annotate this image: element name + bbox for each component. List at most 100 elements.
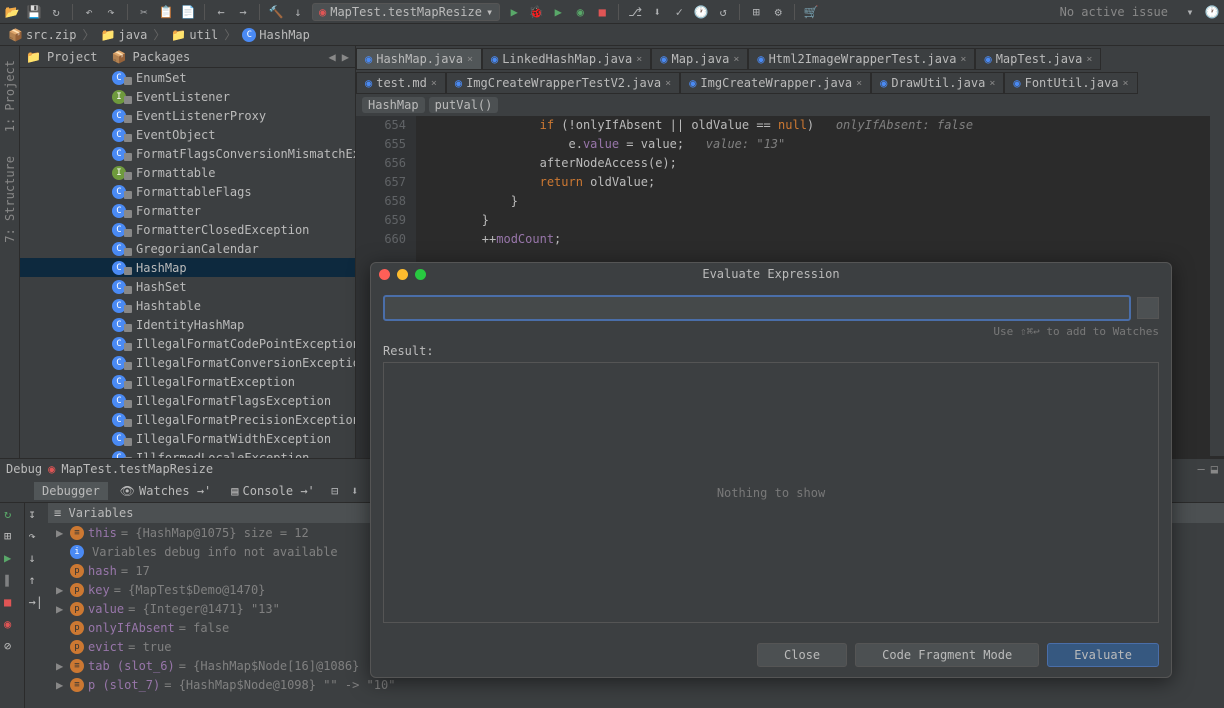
project-tool-tab[interactable]: 1: Project — [3, 56, 17, 136]
close-button[interactable]: Close — [757, 643, 847, 667]
class-item-formatflagsconversionmismatchexception[interactable]: CFormatFlagsConversionMismatchException — [20, 144, 355, 163]
issue-tracker[interactable]: No active issue — [1060, 5, 1176, 19]
stop-debug-icon[interactable]: ■ — [4, 595, 20, 611]
class-item-hashtable[interactable]: CHashtable — [20, 296, 355, 315]
structure-tool-tab[interactable]: 7: Structure — [3, 152, 17, 247]
debug-icon[interactable]: 🐞 — [528, 4, 544, 20]
issue-dropdown-icon[interactable]: ▾ — [1182, 4, 1198, 20]
coverage-icon[interactable]: ▶ — [550, 4, 566, 20]
profile-icon[interactable]: ◉ — [572, 4, 588, 20]
commit-icon[interactable]: ✓ — [671, 4, 687, 20]
editor-tab[interactable]: ◉Map.java× — [651, 48, 748, 70]
threads-icon[interactable]: ⊟ — [327, 483, 343, 499]
class-item-eventlistenerproxy[interactable]: CEventListenerProxy — [20, 106, 355, 125]
class-item-illegalformatflagsexception[interactable]: CIllegalFormatFlagsException — [20, 391, 355, 410]
project-view-label[interactable]: Project — [47, 50, 98, 64]
revert-icon[interactable]: ↺ — [715, 4, 731, 20]
class-item-illegalformatcodepointexception[interactable]: CIllegalFormatCodePointException — [20, 334, 355, 353]
cut-icon[interactable]: ✂ — [136, 4, 152, 20]
run-config-selector[interactable]: ◉ MapTest.testMapResize ▾ — [312, 3, 500, 21]
breadcrumb-item[interactable]: 📁util — [167, 28, 222, 42]
structure-icon[interactable]: ⊞ — [748, 4, 764, 20]
class-item-hashmap[interactable]: CHashMap — [20, 258, 355, 277]
market-icon[interactable]: 🛒 — [803, 4, 819, 20]
pause-icon[interactable]: ∥ — [4, 573, 20, 589]
breakpoints-icon[interactable]: ◉ — [4, 617, 20, 633]
modify-icon[interactable]: ⊞ — [4, 529, 20, 545]
editor-tab[interactable]: ◉DrawUtil.java× — [871, 72, 1004, 94]
class-item-illegalformatprecisionexception[interactable]: CIllegalFormatPrecisionException — [20, 410, 355, 429]
class-item-illegalformatconversionexception[interactable]: CIllegalFormatConversionException — [20, 353, 355, 372]
close-tab-icon[interactable]: × — [431, 78, 437, 89]
history-icon[interactable]: 🕐 — [693, 4, 709, 20]
undo-icon[interactable]: ↶ — [81, 4, 97, 20]
open-icon[interactable]: 📂 — [4, 4, 20, 20]
crumb-class[interactable]: HashMap — [362, 97, 425, 113]
packages-view-label[interactable]: Packages — [132, 50, 190, 64]
breadcrumb-item[interactable]: 📁java — [97, 28, 152, 42]
step-over-icon[interactable]: ↷ — [29, 529, 45, 545]
mute-icon[interactable]: ⊘ — [4, 639, 20, 655]
step-into-icon[interactable]: ↓ — [29, 551, 45, 567]
class-item-illegalformatwidthexception[interactable]: CIllegalFormatWidthException — [20, 429, 355, 448]
run-cursor-icon[interactable]: →| — [29, 595, 45, 611]
class-item-identityhashmap[interactable]: CIdentityHashMap — [20, 315, 355, 334]
console-tab[interactable]: ▤ Console →' — [223, 482, 322, 500]
close-window-icon[interactable] — [379, 269, 390, 280]
code-fragment-button[interactable]: Code Fragment Mode — [855, 643, 1039, 667]
editor-tab[interactable]: ◉HashMap.java× — [356, 48, 482, 70]
show-exec-icon[interactable]: ↧ — [29, 507, 45, 523]
dock-icon[interactable]: ⬓ — [1211, 462, 1218, 476]
stop-icon[interactable]: ■ — [594, 4, 610, 20]
class-item-formatter[interactable]: CFormatter — [20, 201, 355, 220]
class-item-formatterclosedexception[interactable]: CFormatterClosedException — [20, 220, 355, 239]
clock-icon[interactable]: 🕐 — [1204, 4, 1220, 20]
vcs-icon[interactable]: ⎇ — [627, 4, 643, 20]
crumb-method[interactable]: putVal() — [429, 97, 499, 113]
close-tab-icon[interactable]: × — [960, 54, 966, 65]
paste-icon[interactable]: 📄 — [180, 4, 196, 20]
class-item-formattableflags[interactable]: CFormattableFlags — [20, 182, 355, 201]
editor-tab[interactable]: ◉MapTest.java× — [975, 48, 1101, 70]
back-icon[interactable]: ← — [213, 4, 229, 20]
minimize-icon[interactable]: — — [1198, 462, 1205, 476]
editor-scrollbar[interactable] — [1210, 46, 1224, 456]
download-icon[interactable]: ⬇ — [347, 483, 363, 499]
class-item-eventobject[interactable]: CEventObject — [20, 125, 355, 144]
editor-tab[interactable]: ◉LinkedHashMap.java× — [482, 48, 651, 70]
close-tab-icon[interactable]: × — [636, 54, 642, 65]
class-item-illegalformatexception[interactable]: CIllegalFormatException — [20, 372, 355, 391]
close-tab-icon[interactable]: × — [467, 54, 473, 65]
editor-tab[interactable]: ◉test.md× — [356, 72, 446, 94]
copy-icon[interactable]: 📋 — [158, 4, 174, 20]
debugger-tab[interactable]: Debugger — [34, 482, 108, 500]
dialog-titlebar[interactable]: Evaluate Expression — [371, 263, 1171, 285]
minimize-window-icon[interactable] — [397, 269, 408, 280]
update-icon[interactable]: ⬇ — [649, 4, 665, 20]
close-tab-icon[interactable]: × — [989, 78, 995, 89]
evaluate-button[interactable]: Evaluate — [1047, 643, 1159, 667]
close-tab-icon[interactable]: × — [1123, 78, 1129, 89]
build-icon[interactable]: 🔨 — [268, 4, 284, 20]
run-icon[interactable]: ▶ — [506, 4, 522, 20]
expression-input[interactable] — [383, 295, 1131, 321]
close-tab-icon[interactable]: × — [665, 78, 671, 89]
close-tab-icon[interactable]: × — [733, 54, 739, 65]
save-icon[interactable]: 💾 — [26, 4, 42, 20]
close-tab-icon[interactable]: × — [856, 78, 862, 89]
breadcrumb-item[interactable]: 📦src.zip — [4, 28, 81, 42]
step-out-icon[interactable]: ↑ — [29, 573, 45, 589]
resume-icon[interactable]: ▶ — [4, 551, 20, 567]
settings-icon[interactable]: ⚙ — [770, 4, 786, 20]
editor-tab[interactable]: ◉FontUtil.java× — [1004, 72, 1137, 94]
watches-tab[interactable]: 👁 Watches →' — [112, 482, 219, 500]
close-tab-icon[interactable]: × — [1086, 54, 1092, 65]
down-icon[interactable]: ↓ — [290, 4, 306, 20]
breadcrumb-item[interactable]: CHashMap — [238, 28, 314, 42]
class-item-formattable[interactable]: IFormattable — [20, 163, 355, 182]
class-item-gregoriancalendar[interactable]: CGregorianCalendar — [20, 239, 355, 258]
expand-history-button[interactable] — [1137, 297, 1159, 319]
zoom-window-icon[interactable] — [415, 269, 426, 280]
class-item-hashset[interactable]: CHashSet — [20, 277, 355, 296]
class-item-eventlistener[interactable]: IEventListener — [20, 87, 355, 106]
